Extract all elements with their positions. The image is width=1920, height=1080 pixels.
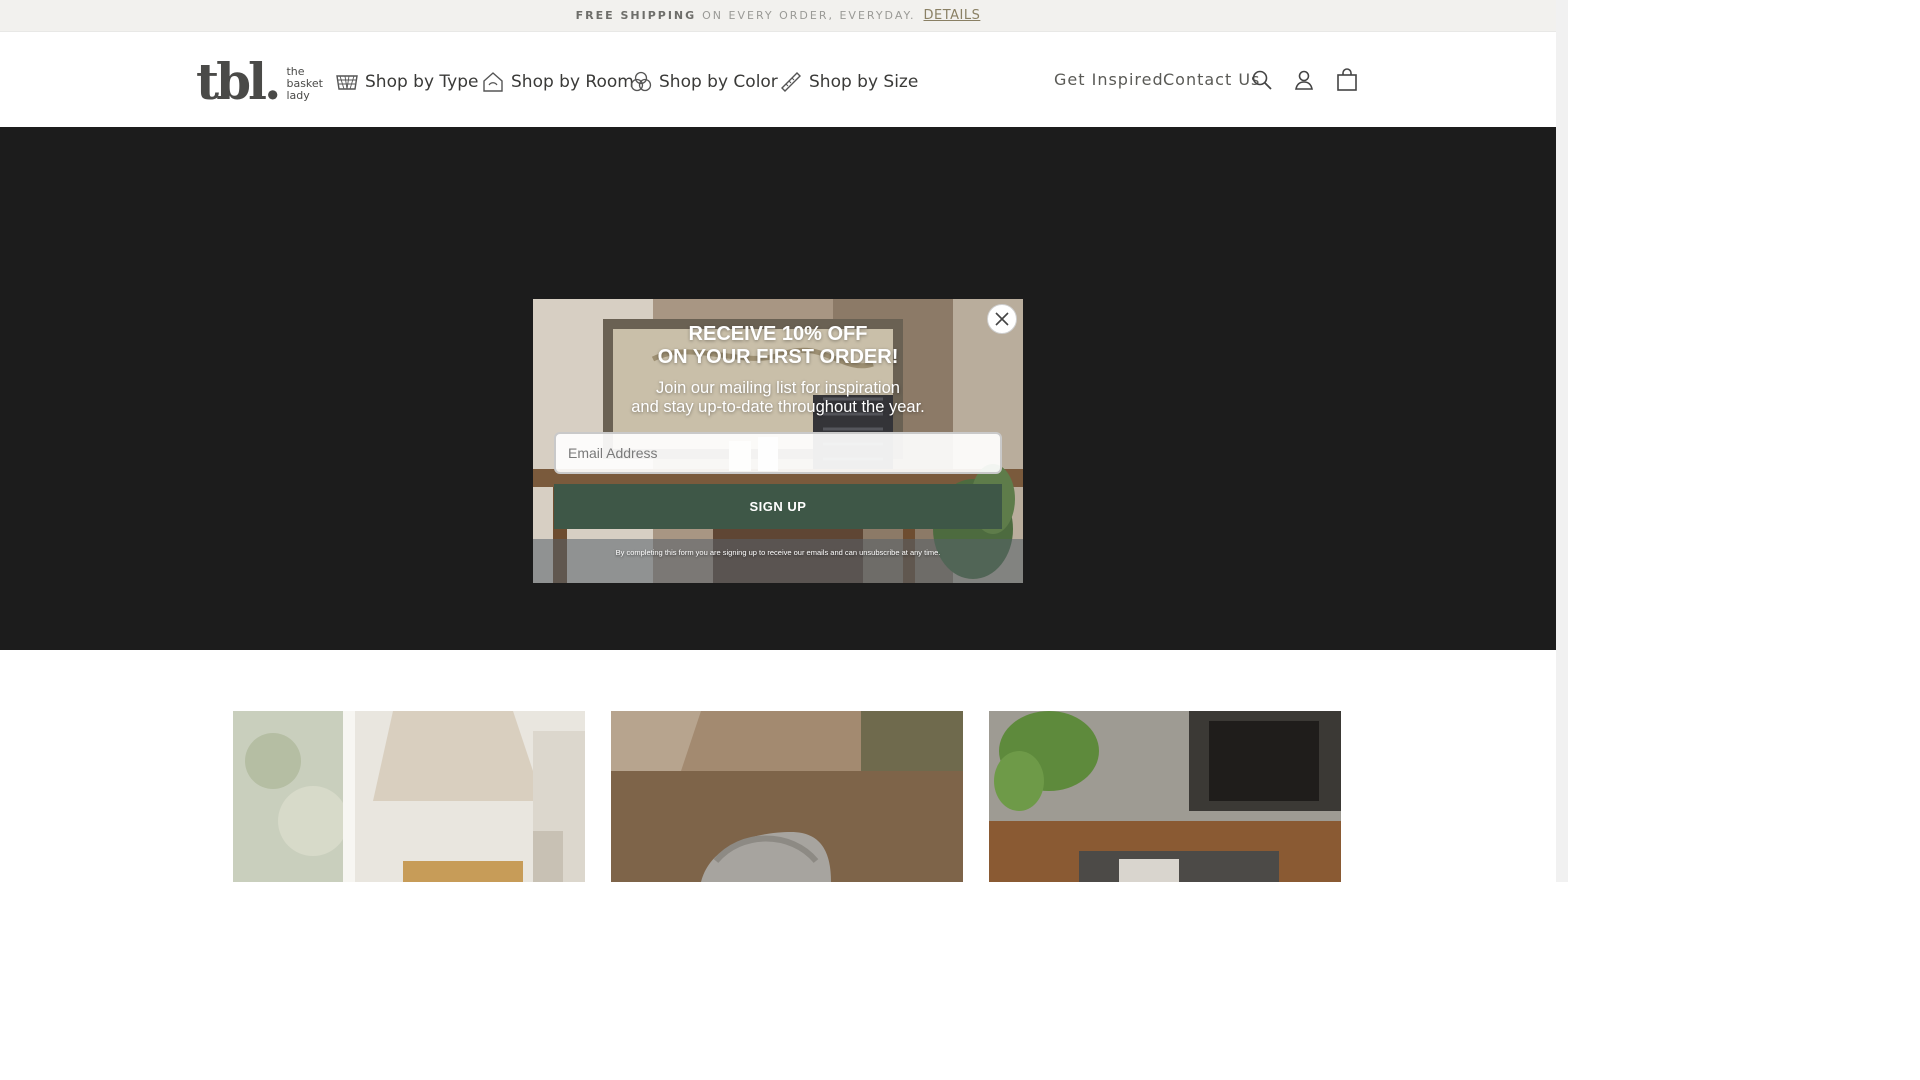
category-card-image bbox=[989, 711, 1341, 882]
cart-bag-icon[interactable] bbox=[1335, 68, 1359, 92]
sign-up-button[interactable]: SIGN UP bbox=[554, 484, 1002, 529]
house-icon bbox=[483, 72, 503, 92]
category-card[interactable] bbox=[989, 711, 1341, 882]
nav-shop-by-room[interactable]: Shop by Room bbox=[482, 68, 634, 96]
color-circles-icon bbox=[630, 71, 652, 92]
basket-icon bbox=[336, 75, 358, 90]
details-link[interactable]: DETAILS bbox=[923, 8, 980, 23]
popup-subtitle: Join our mailing list for inspiration an… bbox=[631, 379, 925, 416]
nav-label: Shop by Room bbox=[511, 72, 634, 92]
popup-fine-print: By completing this form you are signing … bbox=[615, 548, 941, 557]
account-icon[interactable] bbox=[1292, 68, 1316, 92]
nav-label: Shop by Color bbox=[659, 72, 778, 92]
logo-wordmark: the basket lady bbox=[286, 65, 323, 102]
ruler-icon bbox=[781, 72, 801, 92]
nav-shop-by-type[interactable]: Shop by Type bbox=[336, 68, 478, 96]
email-field[interactable] bbox=[554, 432, 1002, 474]
site-header: tbl. the basket lady Shop by Type Shop b… bbox=[0, 31, 1556, 127]
nav-label: Shop by Size bbox=[809, 72, 919, 92]
nav-shop-by-size[interactable]: Shop by Size bbox=[780, 68, 918, 96]
announcement-text: ON EVERY ORDER, EVERYDAY. bbox=[702, 9, 916, 22]
nav-label: Shop by Type bbox=[365, 72, 479, 92]
category-card-image bbox=[233, 711, 585, 882]
search-icon[interactable] bbox=[1250, 68, 1274, 92]
nav-shop-by-color[interactable]: Shop by Color bbox=[630, 68, 778, 96]
signup-popup: RECEIVE 10% OFF ON YOUR FIRST ORDER! Joi… bbox=[533, 299, 1023, 583]
logo-mark: tbl. bbox=[196, 52, 281, 111]
get-inspired-link[interactable]: Get Inspired bbox=[1054, 70, 1164, 89]
category-card[interactable] bbox=[611, 711, 963, 882]
category-card[interactable] bbox=[233, 711, 585, 882]
page-scrollbar[interactable] bbox=[1556, 0, 1568, 882]
announcement-bar: FREE SHIPPING ON EVERY ORDER, EVERYDAY. … bbox=[0, 0, 1556, 31]
site-logo[interactable]: tbl. the basket lady bbox=[196, 52, 323, 111]
announcement-bold: FREE SHIPPING bbox=[575, 9, 697, 22]
popup-title: RECEIVE 10% OFF ON YOUR FIRST ORDER! bbox=[657, 323, 899, 368]
contact-us-link[interactable]: Contact Us bbox=[1163, 70, 1260, 89]
category-card-image bbox=[611, 711, 963, 882]
